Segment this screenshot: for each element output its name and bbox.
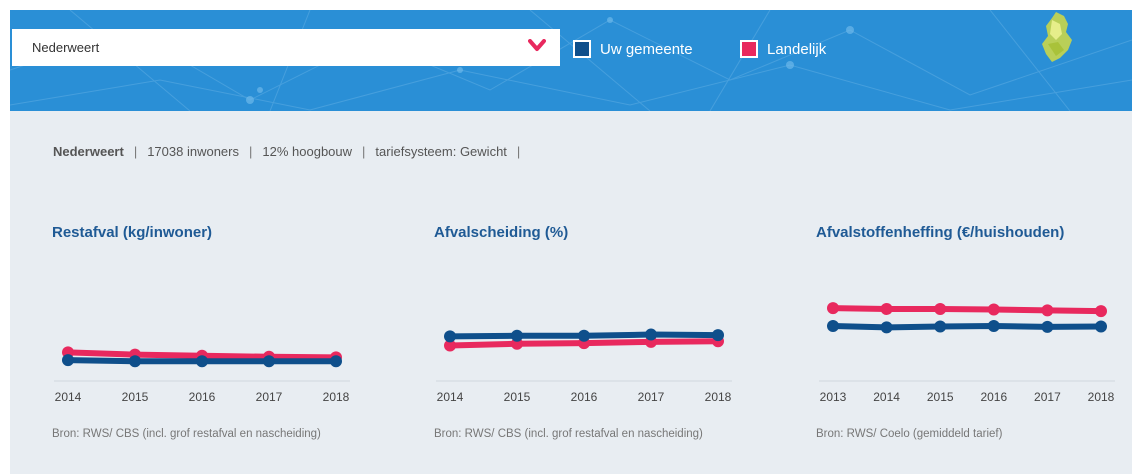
x-tick-label: 2017 <box>638 390 665 404</box>
legend-landelijk: Landelijk <box>740 38 826 60</box>
x-tick-label: 2015 <box>927 390 954 404</box>
x-tick-label: 2014 <box>437 390 464 404</box>
chevron-down-icon[interactable] <box>528 39 546 53</box>
data-point-uw-gemeente <box>263 355 275 368</box>
info-separator: | <box>133 144 138 159</box>
info-tariff: tariefsysteem: Gewicht <box>375 144 507 159</box>
x-tick-label: 2014 <box>873 390 900 404</box>
municipality-info: Nederweert | 17038 inwoners | 12% hoogbouw | t… <box>53 144 530 159</box>
legend-swatch-uw-gemeente <box>573 40 591 58</box>
data-point-landelijk <box>1041 304 1054 317</box>
data-point-uw-gemeente <box>330 355 342 368</box>
info-inhabitants: 17038 inwoners <box>147 144 239 159</box>
data-point-uw-gemeente <box>645 328 657 341</box>
header: Nederweert Uw gemeente Landelijk <box>10 10 1132 111</box>
series-line-landelijk <box>830 305 1104 315</box>
x-tick-label: 2015 <box>122 390 149 404</box>
data-point-uw-gemeente <box>578 329 590 342</box>
data-point-uw-gemeente <box>712 329 724 342</box>
chart-afvalscheiding: 2014 2015 2016 2017 2018 <box>436 328 732 404</box>
municipality-select[interactable]: Nederweert <box>12 29 560 66</box>
info-highrise: 12% hoogbouw <box>262 144 353 159</box>
legend-swatch-landelijk <box>740 40 758 58</box>
legend-uw-gemeente: Uw gemeente <box>573 38 693 60</box>
data-point-uw-gemeente <box>444 330 456 343</box>
x-tick-label: 2017 <box>256 390 283 404</box>
legend-label-uw-gemeente: Uw gemeente <box>600 40 693 58</box>
netherlands-map-icon <box>1042 12 1072 62</box>
chart-afvalstoffenheffing: 2013 2014 2015 2016 2017 2018 <box>819 302 1115 404</box>
data-point-landelijk <box>934 302 947 315</box>
data-point-landelijk <box>880 302 893 315</box>
chart-restafval: 2014 2015 2016 2017 2018 <box>54 346 350 404</box>
x-tick-label: 2016 <box>571 390 598 404</box>
data-point-uw-gemeente <box>934 320 947 333</box>
data-point-uw-gemeente <box>511 329 523 342</box>
data-point-landelijk <box>827 302 839 315</box>
data-point-uw-gemeente <box>880 321 893 334</box>
data-point-uw-gemeente <box>1095 320 1107 333</box>
chart-title-afvalscheiding: Afvalscheiding (%) <box>434 224 569 241</box>
legend-label-landelijk: Landelijk <box>767 40 827 58</box>
x-tick-label: 2017 <box>1034 390 1061 404</box>
data-point-uw-gemeente <box>196 355 208 368</box>
x-tick-label: 2016 <box>980 390 1007 404</box>
municipality-select-value: Nederweert <box>32 40 100 55</box>
data-point-uw-gemeente <box>129 355 141 368</box>
series-line-uw-gemeente <box>830 323 1104 331</box>
chart-title-restafval: Restafval (kg/inwoner) <box>52 224 213 241</box>
info-separator: | <box>362 144 366 159</box>
x-tick-label: 2018 <box>1088 390 1115 404</box>
x-tick-label: 2014 <box>55 390 82 404</box>
info-separator: | <box>516 144 521 159</box>
x-tick-label: 2018 <box>323 390 350 404</box>
data-point-uw-gemeente <box>987 320 1000 332</box>
chart-source-afvalstoffenheffing: Bron: RWS/ Coelo (gemiddeld tarief) <box>816 428 1003 440</box>
data-point-landelijk <box>1095 305 1107 318</box>
info-name: Nederweert <box>53 144 124 159</box>
data-point-uw-gemeente <box>827 320 839 332</box>
chart-source-restafval: Bron: RWS/ CBS (incl. grof restafval en … <box>52 428 321 440</box>
chart-title-afvalstoffenheffing: Afvalstoffenheffing (€/huishouden) <box>816 224 1065 241</box>
x-tick-label: 2016 <box>189 390 216 404</box>
content-panel: Nederweert | 17038 inwoners | 12% hoogbouw | t… <box>10 111 1132 474</box>
data-point-landelijk <box>987 303 1000 316</box>
x-tick-label: 2018 <box>705 390 732 404</box>
x-tick-label: 2015 <box>504 390 531 404</box>
data-point-uw-gemeente <box>1041 320 1054 333</box>
x-tick-label: 2013 <box>820 390 847 404</box>
info-separator: | <box>249 144 253 159</box>
data-point-uw-gemeente <box>62 354 74 367</box>
chart-source-afvalscheiding: Bron: RWS/ CBS (incl. grof restafval en … <box>434 428 703 440</box>
